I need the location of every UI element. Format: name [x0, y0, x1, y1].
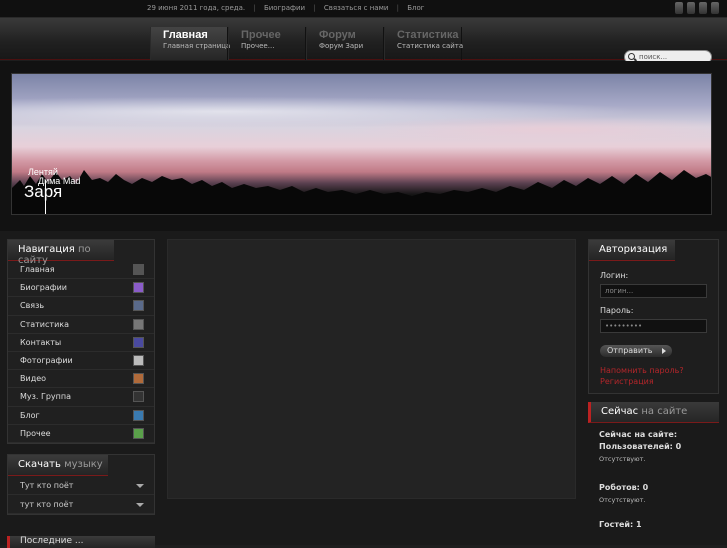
online-box: Сейчас на сайте Сейчас на сайте: Пользов…	[588, 402, 719, 529]
right-column: Авторизация Логин: логин... Пароль: ••••…	[588, 239, 719, 529]
box-title: Скачать музыку	[8, 454, 108, 476]
sidebar-item-band[interactable]: Муз. Группа	[8, 388, 154, 407]
users-absent: Отсутствуют.	[599, 455, 646, 463]
top-link-blog[interactable]: Блог	[407, 4, 424, 12]
download-item[interactable]: Тут кто поёт	[8, 476, 154, 495]
guests-count: Гостей: 1	[599, 520, 642, 529]
forgot-password-link[interactable]: Напомнить пароль?	[600, 366, 718, 375]
sidebar-item-blog[interactable]: Блог	[8, 407, 154, 425]
menu-item-title: Главная	[163, 29, 208, 41]
bio-icon	[133, 282, 144, 294]
users-count: Пользователей: 0	[599, 442, 682, 451]
contacts-icon	[133, 336, 144, 348]
tree-silhouette	[12, 170, 711, 214]
menu-item-title: Прочее	[241, 29, 281, 41]
band-icon	[133, 391, 144, 403]
stats-icon	[133, 318, 144, 330]
login-input[interactable]: логин...	[600, 284, 707, 298]
chevron-down-icon	[136, 502, 144, 507]
search-icon	[628, 53, 635, 60]
menu-item-subtitle: Форум Зари	[319, 42, 364, 50]
submit-button[interactable]: Отправить	[600, 345, 672, 357]
main-menu-bar: Главная Главная страница Прочее Прочее..…	[0, 18, 727, 64]
menu-item-other[interactable]: Прочее Прочее...	[228, 27, 306, 60]
navigation-box: Навигация по сайту Главная Биографии Свя…	[7, 239, 155, 444]
photo-icon	[133, 354, 144, 366]
box-title: Авторизация	[589, 240, 675, 261]
robots-absent: Отсутствуют.	[599, 496, 646, 504]
menu-item-home[interactable]: Главная Главная страница	[150, 27, 231, 60]
date-text: 29 июня 2011 года, среда.	[147, 4, 246, 12]
auth-box: Авторизация Логин: логин... Пароль: ••••…	[588, 239, 719, 394]
box-title: Сейчас на сайте	[588, 402, 719, 423]
page-icon	[133, 264, 144, 275]
sidebar-item-home[interactable]: Главная	[8, 261, 154, 280]
download-box: Скачать музыку Тут кто поёт тут кто поёт	[7, 453, 155, 515]
header-banner: Лентяй Дима Mad Заря	[0, 61, 727, 231]
online-now-label: Сейчас на сайте:	[599, 430, 678, 439]
landscape-icon	[133, 427, 144, 439]
left-column: Навигация по сайту Главная Биографии Свя…	[7, 239, 155, 515]
sidebar-item-photos[interactable]: Фотографии	[8, 352, 154, 371]
menu-item-title: Форум	[319, 29, 356, 41]
blog-icon	[133, 409, 144, 421]
bottom-box-title: Последние ...	[7, 536, 155, 548]
sidebar-item-contacts[interactable]: Контакты	[8, 334, 154, 352]
search-placeholder: поиск...	[639, 53, 668, 61]
menu-item-title: Статистика	[397, 29, 459, 41]
register-link[interactable]: Регистрация	[600, 377, 718, 386]
sidebar-item-other[interactable]: Прочее	[8, 425, 154, 443]
login-label: Логин:	[600, 271, 629, 280]
mail-icon	[133, 300, 144, 312]
robots-count: Роботов: 0	[599, 483, 649, 492]
menu-item-forum[interactable]: Форум Форум Зари	[306, 27, 384, 60]
banner-image: Лентяй Дима Mad Заря	[11, 73, 712, 215]
top-links: 29 июня 2011 года, среда. | Биографии | …	[147, 4, 425, 12]
download-item[interactable]: тут кто поёт	[8, 495, 154, 514]
menu-item-stats[interactable]: Статистика Статистика сайта	[384, 27, 464, 60]
main-area: Навигация по сайту Главная Биографии Свя…	[0, 231, 727, 548]
arrow-icon[interactable]	[675, 2, 683, 14]
sidebar-item-contact[interactable]: Связь	[8, 297, 154, 316]
password-label: Пароль:	[600, 306, 634, 315]
top-arrows	[675, 2, 719, 14]
sidebar-item-biographies[interactable]: Биографии	[8, 279, 154, 298]
arrow-icon[interactable]	[711, 2, 719, 14]
arrow-icon[interactable]	[687, 2, 695, 14]
sidebar-item-video[interactable]: Видео	[8, 370, 154, 389]
sidebar-item-stats[interactable]: Статистика	[8, 316, 154, 334]
top-strip: 29 июня 2011 года, среда. | Биографии | …	[0, 0, 727, 18]
main-menu: Главная Главная страница Прочее Прочее..…	[150, 27, 464, 60]
password-input[interactable]: •••••••••	[600, 319, 707, 333]
content-area	[167, 239, 576, 499]
menu-item-subtitle: Прочее...	[241, 42, 275, 50]
arrow-icon[interactable]	[699, 2, 707, 14]
site-logo: Заря	[24, 182, 63, 201]
video-icon	[133, 373, 144, 385]
chevron-down-icon	[136, 483, 144, 488]
menu-item-subtitle: Статистика сайта	[397, 42, 464, 50]
box-title: Навигация по сайту	[8, 240, 114, 266]
top-link-contact[interactable]: Связаться с нами	[324, 4, 389, 12]
top-link-biographies[interactable]: Биографии	[264, 4, 305, 12]
menu-item-subtitle: Главная страница	[163, 42, 231, 50]
